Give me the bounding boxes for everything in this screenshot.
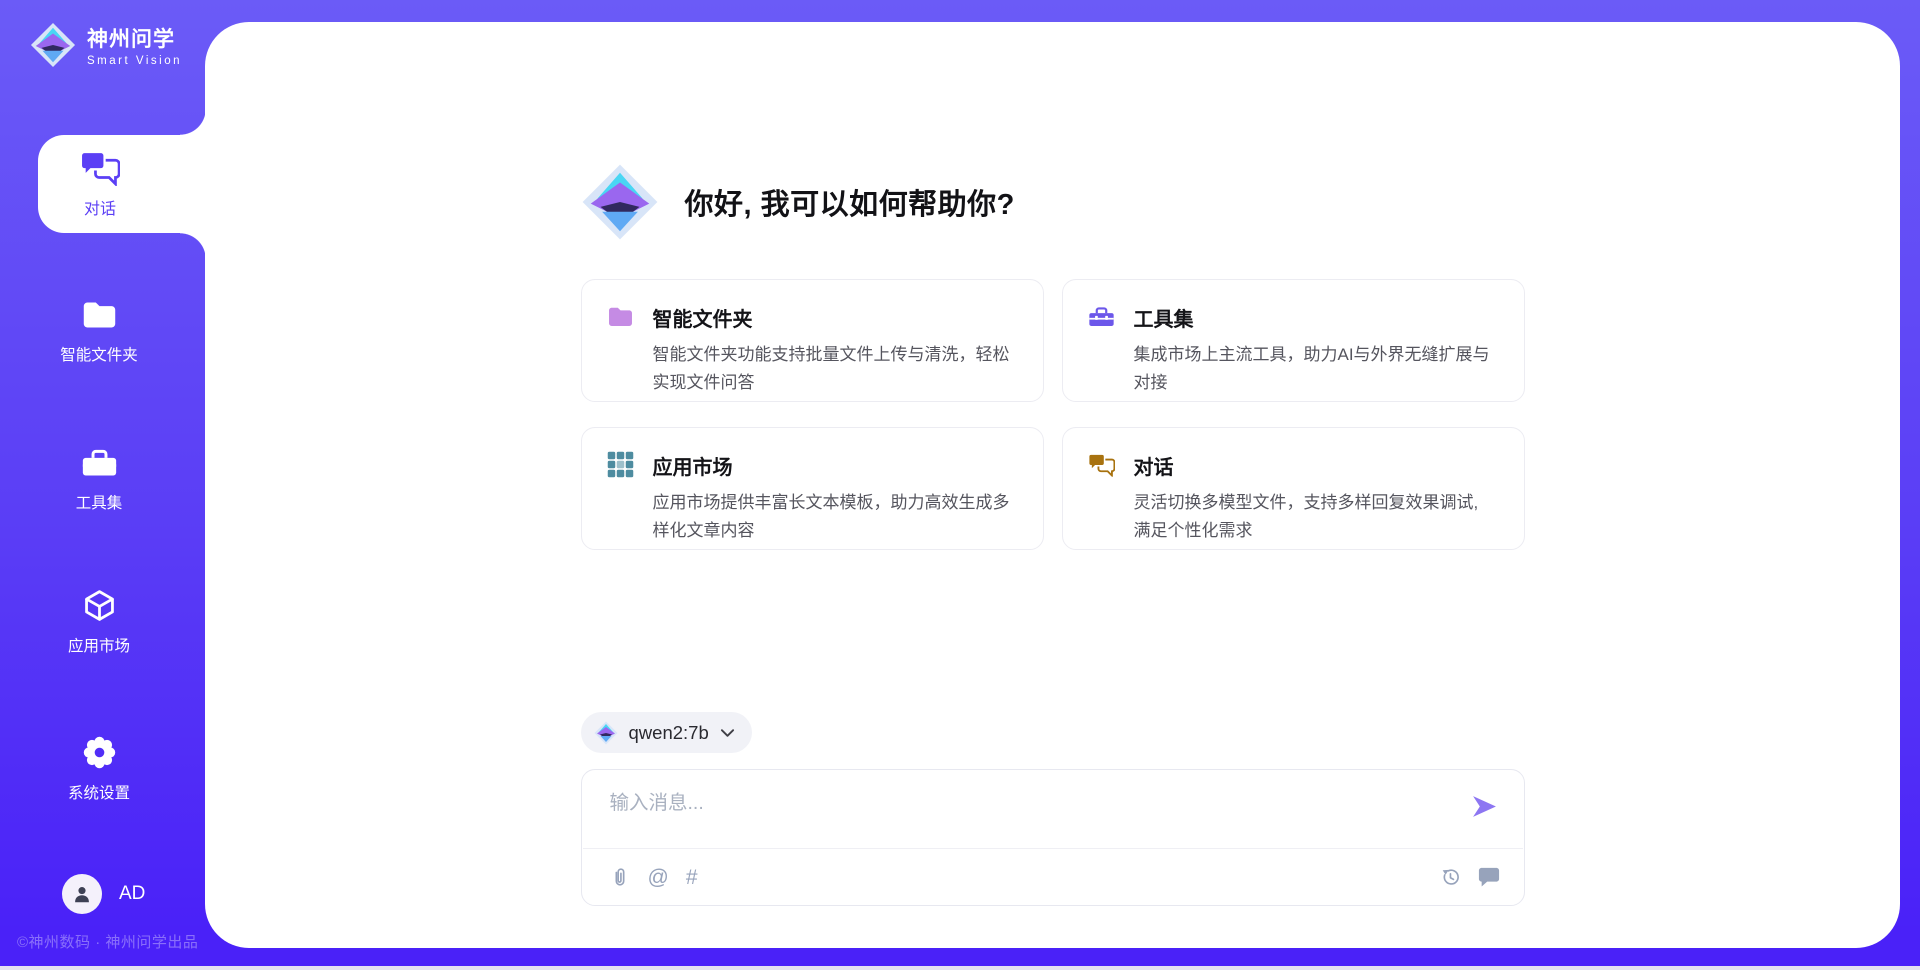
sidebar-item-app-market[interactable]: 应用市场 [0,587,198,656]
cube-icon [81,587,118,624]
main-panel: 你好, 我可以如何帮助你? 智能文件夹 智能文件夹功能支持批量文件上传与清洗，轻… [205,22,1900,948]
sidebar-item-label: 对话 [84,195,116,219]
sidebar-item-label: 应用市场 [68,634,130,656]
toolbox-icon [1088,303,1115,401]
card-title: 工具集 [1134,303,1498,332]
sidebar-item-smart-folder[interactable]: 智能文件夹 [0,296,198,365]
card-toolset[interactable]: 工具集 集成市场上主流工具，助力AI与外界无缝扩展与对接 [1062,279,1525,402]
message-input[interactable] [610,792,1471,815]
chevron-down-icon [720,728,735,738]
model-logo-icon [594,721,618,745]
avatar [62,874,102,914]
sidebar: 神州问学 Smart Vision 对话 智能文件夹 工具集 应用市场 系统设置… [0,0,205,970]
folder-icon [81,296,118,333]
card-chat[interactable]: 对话 灵活切换多模型文件，支持多样回复效果调试, 满足个性化需求 [1062,427,1525,550]
horizontal-scrollbar[interactable] [0,966,1920,970]
gear-icon [81,734,118,771]
brand-name: 神州问学 [87,23,182,53]
user-account[interactable]: AD [62,874,145,914]
brand-subtitle: Smart Vision [87,55,182,67]
toolbox-icon [81,444,118,481]
card-description: 智能文件夹功能支持批量文件上传与清洗，轻松实现文件问答 [653,341,1017,397]
card-title: 应用市场 [653,451,1017,480]
chat-icon [80,149,120,186]
copyright-text: ©神州数码 · 神州问学出品 [17,931,198,952]
card-title: 对话 [1134,451,1498,480]
history-icon[interactable] [1439,866,1461,888]
sidebar-item-chat[interactable]: 对话 [38,135,206,233]
greeting-text: 你好, 我可以如何帮助你? [685,181,1015,223]
topic-icon[interactable]: # [686,867,698,888]
model-name: qwen2:7b [629,722,709,744]
sidebar-item-label: 工具集 [76,491,123,513]
mention-icon[interactable]: @ [648,867,669,888]
brand-logo: 神州问学 Smart Vision [30,22,182,68]
card-description: 应用市场提供丰富长文本模板，助力高效生成多样化文章内容 [653,489,1017,545]
sidebar-item-toolset[interactable]: 工具集 [0,444,198,513]
attachment-icon[interactable] [609,866,631,888]
card-smart-folder[interactable]: 智能文件夹 智能文件夹功能支持批量文件上传与清洗，轻松实现文件问答 [581,279,1044,402]
user-name: AD [119,883,145,905]
brand-diamond-icon [30,22,76,68]
card-description: 集成市场上主流工具，助力AI与外界无缝扩展与对接 [1134,341,1498,397]
message-composer: @ # [581,769,1525,906]
user-avatar-icon [71,883,93,905]
send-icon[interactable] [1471,794,1498,819]
sidebar-item-label: 智能文件夹 [60,343,138,365]
chat-icon [1088,451,1115,549]
assistant-logo-icon [581,163,659,241]
card-description: 灵活切换多模型文件，支持多样回复效果调试, 满足个性化需求 [1134,489,1498,545]
grid-cube-icon [607,451,634,549]
greeting: 你好, 我可以如何帮助你? [581,163,1525,241]
folder-icon [607,303,634,401]
feedback-chat-icon[interactable] [1478,866,1500,888]
feature-cards: 智能文件夹 智能文件夹功能支持批量文件上传与清洗，轻松实现文件问答 工具集 集成… [581,279,1525,550]
sidebar-item-settings[interactable]: 系统设置 [0,734,198,803]
card-app-market[interactable]: 应用市场 应用市场提供丰富长文本模板，助力高效生成多样化文章内容 [581,427,1044,550]
model-selector[interactable]: qwen2:7b [581,712,752,753]
sidebar-item-label: 系统设置 [68,781,130,803]
card-title: 智能文件夹 [653,303,1017,332]
